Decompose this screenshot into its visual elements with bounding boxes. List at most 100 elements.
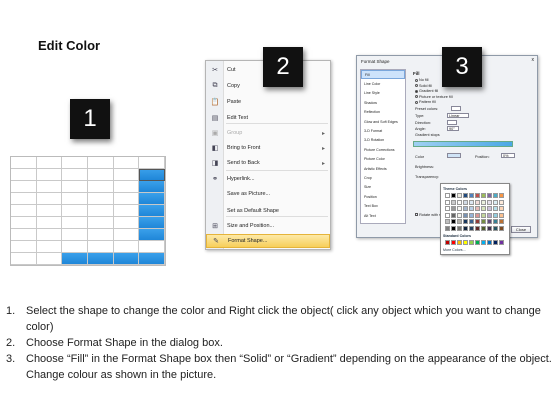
- nav-item-size[interactable]: Size: [361, 183, 405, 192]
- color-swatch[interactable]: [469, 199, 474, 205]
- grid-cell[interactable]: [11, 229, 37, 241]
- color-swatch[interactable]: [457, 193, 462, 198]
- color-swatch[interactable]: [457, 225, 462, 231]
- grid-cell[interactable]: [113, 169, 140, 181]
- fill-option-pattern-fill[interactable]: Pattern fill: [415, 100, 436, 104]
- grid-cell[interactable]: [11, 193, 37, 205]
- grid-cell[interactable]: [139, 253, 165, 265]
- color-swatch[interactable]: [463, 212, 468, 218]
- color-swatch[interactable]: [463, 219, 468, 224]
- menu-item-hyperlink[interactable]: ⚭ Hyperlink...: [206, 172, 330, 186]
- color-swatch[interactable]: [487, 193, 492, 198]
- color-swatch[interactable]: [475, 240, 480, 245]
- color-swatch[interactable]: [451, 225, 456, 231]
- color-swatch[interactable]: [499, 225, 504, 231]
- color-swatch[interactable]: [487, 240, 492, 245]
- grid-cell[interactable]: [87, 217, 114, 229]
- color-swatch[interactable]: [463, 225, 468, 231]
- shape-grid[interactable]: [10, 156, 166, 266]
- grid-cell[interactable]: [87, 193, 114, 205]
- color-swatch[interactable]: [463, 193, 468, 198]
- color-swatch[interactable]: [469, 206, 474, 211]
- color-swatch[interactable]: [475, 206, 480, 211]
- fill-option-gradient-fill[interactable]: Gradient fill: [415, 89, 438, 93]
- grid-cell[interactable]: [11, 217, 37, 229]
- grid-cell[interactable]: [139, 169, 165, 181]
- color-swatch[interactable]: [475, 199, 480, 205]
- menu-item-bring-to-front[interactable]: ◧ Bring to Front ▸: [206, 141, 330, 155]
- nav-item-reflection[interactable]: Reflection: [361, 108, 405, 117]
- color-swatch[interactable]: [445, 219, 450, 224]
- color-swatch[interactable]: [499, 212, 504, 218]
- grid-cell[interactable]: [113, 217, 140, 229]
- grid-cell[interactable]: [139, 193, 165, 205]
- color-swatch[interactable]: [493, 240, 498, 245]
- color-swatch[interactable]: [469, 240, 474, 245]
- fill-option-picture-or-texture-fill[interactable]: Picture or texture fill: [415, 95, 453, 99]
- dialog-close-icon[interactable]: x: [532, 57, 535, 63]
- color-swatch[interactable]: [481, 199, 486, 205]
- grid-cell[interactable]: [87, 181, 114, 193]
- color-swatch[interactable]: [463, 206, 468, 211]
- grid-cell[interactable]: [87, 229, 114, 241]
- grid-cell[interactable]: [36, 181, 63, 193]
- angle-input[interactable]: 90°: [447, 126, 459, 131]
- grid-cell[interactable]: [139, 181, 165, 193]
- direction-dropdown[interactable]: [447, 120, 457, 125]
- nav-item-shadow[interactable]: Shadow: [361, 98, 405, 107]
- grid-cell[interactable]: [11, 169, 37, 181]
- color-swatch[interactable]: [469, 225, 474, 231]
- grid-cell[interactable]: [139, 217, 165, 229]
- grid-cell[interactable]: [113, 241, 140, 253]
- grid-cell[interactable]: [11, 181, 37, 193]
- grid-cell[interactable]: [87, 169, 114, 181]
- color-picker-button[interactable]: [447, 153, 461, 158]
- color-swatch[interactable]: [499, 206, 504, 211]
- color-swatch[interactable]: [487, 212, 492, 218]
- close-button[interactable]: Close: [511, 226, 531, 233]
- color-swatch[interactable]: [445, 206, 450, 211]
- color-swatch[interactable]: [481, 212, 486, 218]
- grid-cell[interactable]: [62, 217, 88, 229]
- grid-cell[interactable]: [11, 253, 37, 265]
- grid-cell[interactable]: [36, 229, 63, 241]
- fill-option-solid-fill[interactable]: Solid fill: [415, 84, 432, 88]
- color-swatch[interactable]: [475, 225, 480, 231]
- grid-cell[interactable]: [62, 157, 88, 169]
- grid-cell[interactable]: [62, 253, 88, 265]
- grid-cell[interactable]: [113, 205, 140, 217]
- grid-cell[interactable]: [36, 205, 63, 217]
- color-swatch[interactable]: [469, 193, 474, 198]
- nav-item-3-d-format[interactable]: 3-D Format: [361, 126, 405, 135]
- color-swatch[interactable]: [493, 212, 498, 218]
- color-swatch[interactable]: [493, 199, 498, 205]
- grid-cell[interactable]: [139, 229, 165, 241]
- color-swatch[interactable]: [499, 219, 504, 224]
- grid-cell[interactable]: [139, 157, 165, 169]
- menu-item-paste[interactable]: 📋 Paste: [206, 95, 330, 109]
- grid-cell[interactable]: [11, 205, 37, 217]
- more-colors-option[interactable]: More Colors...: [443, 248, 466, 252]
- color-swatch[interactable]: [481, 193, 486, 198]
- color-swatch[interactable]: [463, 240, 468, 245]
- color-swatch[interactable]: [451, 212, 456, 218]
- color-swatch[interactable]: [475, 212, 480, 218]
- grid-cell[interactable]: [87, 253, 114, 265]
- nav-item-3-d-rotation[interactable]: 3-D Rotation: [361, 136, 405, 145]
- grid-cell[interactable]: [113, 229, 140, 241]
- color-swatch[interactable]: [451, 219, 456, 224]
- grid-cell[interactable]: [87, 241, 114, 253]
- color-swatch[interactable]: [457, 240, 462, 245]
- grid-cell[interactable]: [62, 205, 88, 217]
- grid-cell[interactable]: [139, 241, 165, 253]
- nav-item-artistic-effects[interactable]: Artistic Effects: [361, 164, 405, 173]
- color-swatch[interactable]: [469, 212, 474, 218]
- grid-cell[interactable]: [62, 229, 88, 241]
- color-swatch[interactable]: [457, 219, 462, 224]
- nav-item-text-box[interactable]: Text Box: [361, 201, 405, 210]
- color-swatch[interactable]: [451, 199, 456, 205]
- menu-item-group[interactable]: ▣ Group ▸: [206, 126, 330, 140]
- color-swatch[interactable]: [493, 206, 498, 211]
- menu-item-save-as-picture[interactable]: Save as Picture...: [206, 187, 330, 201]
- grid-cell[interactable]: [36, 217, 63, 229]
